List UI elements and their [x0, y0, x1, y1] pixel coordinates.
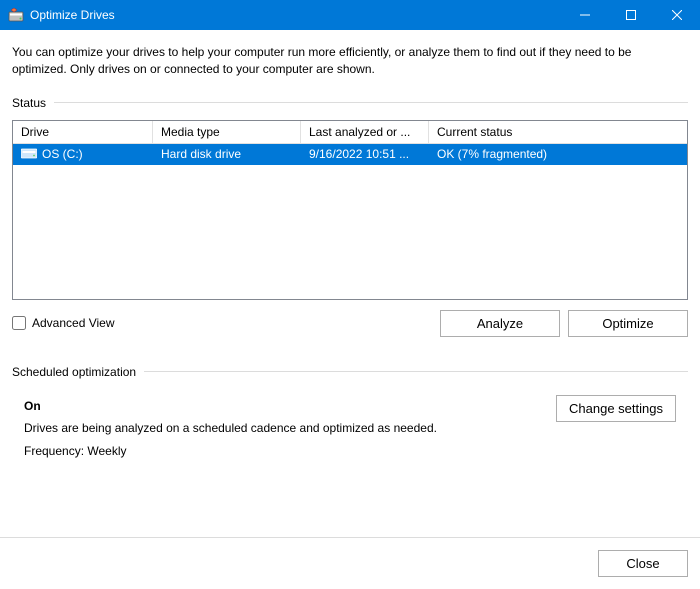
sched-info: On Drives are being analyzed on a schedu… [24, 395, 437, 463]
optimize-button[interactable]: Optimize [568, 310, 688, 337]
divider [144, 371, 688, 372]
close-button[interactable] [654, 0, 700, 30]
minimize-button[interactable] [562, 0, 608, 30]
status-label-text: Status [12, 96, 46, 110]
col-drive[interactable]: Drive [13, 121, 153, 143]
sched-desc: Drives are being analyzed on a scheduled… [24, 417, 437, 440]
status-section-label: Status [12, 96, 688, 110]
footer: Close [0, 537, 700, 589]
drive-status: OK (7% fragmented) [429, 144, 687, 164]
app-icon [8, 7, 24, 23]
drive-row[interactable]: OS (C:) Hard disk drive 9/16/2022 10:51 … [13, 144, 687, 165]
sched-label-text: Scheduled optimization [12, 365, 136, 379]
sched-freq: Frequency: Weekly [24, 440, 437, 463]
col-media[interactable]: Media type [153, 121, 301, 143]
advanced-view-label: Advanced View [32, 316, 115, 330]
drive-media: Hard disk drive [153, 144, 301, 164]
drive-icon [21, 147, 37, 162]
drive-list-header: Drive Media type Last analyzed or ... Cu… [13, 121, 687, 144]
sched-state: On [24, 395, 437, 418]
drive-last: 9/16/2022 10:51 ... [301, 144, 429, 164]
col-last[interactable]: Last analyzed or ... [301, 121, 429, 143]
window-controls [562, 0, 700, 30]
sched-section-label: Scheduled optimization [12, 365, 688, 379]
maximize-button[interactable] [608, 0, 654, 30]
drive-list[interactable]: Drive Media type Last analyzed or ... Cu… [12, 120, 688, 300]
drive-name: OS (C:) [42, 147, 83, 161]
change-settings-button[interactable]: Change settings [556, 395, 676, 422]
col-current[interactable]: Current status [429, 121, 687, 143]
divider [54, 102, 688, 103]
window-title: Optimize Drives [30, 8, 562, 22]
analyze-button[interactable]: Analyze [440, 310, 560, 337]
titlebar: Optimize Drives [0, 0, 700, 30]
advanced-view-checkbox[interactable]: Advanced View [12, 316, 115, 330]
close-dialog-button[interactable]: Close [598, 550, 688, 577]
advanced-view-input[interactable] [12, 316, 26, 330]
intro-text: You can optimize your drives to help you… [12, 44, 688, 78]
